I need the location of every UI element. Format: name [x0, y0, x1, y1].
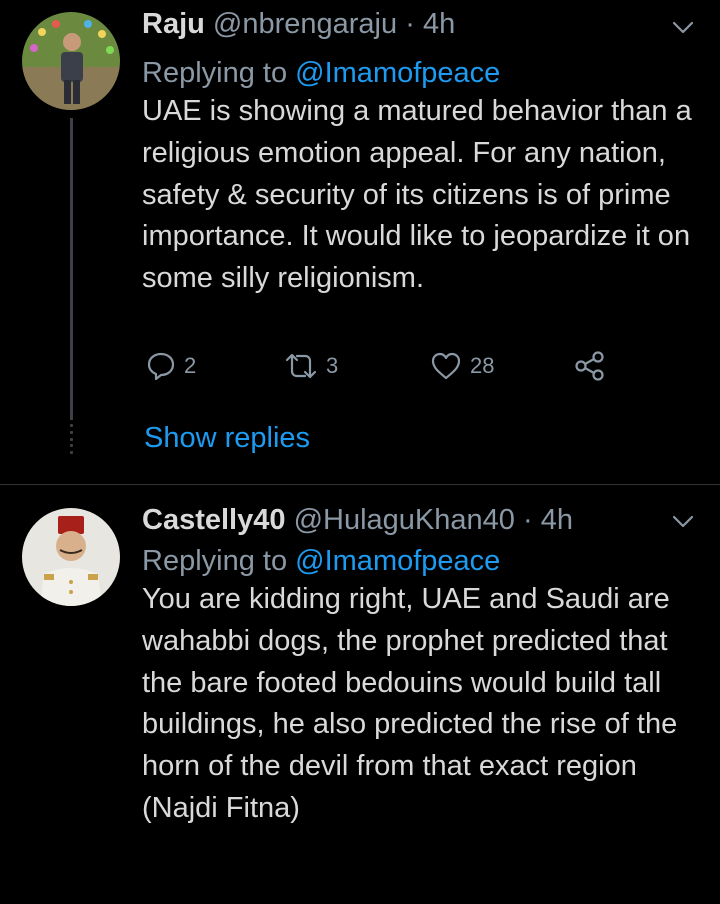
separator: · [405, 8, 415, 40]
reply-count: 2 [184, 353, 197, 378]
like-count: 28 [470, 353, 495, 378]
retweet-count: 3 [326, 353, 339, 378]
replying-prefix: Replying to [142, 545, 288, 577]
tweet-header: Castelly40 @HulaguKhan40 · 4h [142, 502, 700, 538]
tweet-header: Raju @nbrengaraju · 4h [142, 6, 700, 42]
thread-line [70, 118, 73, 420]
share-icon [574, 350, 606, 382]
tweet-text: You are kidding right, UAE and Saudi are… [142, 583, 678, 824]
tweet-content: Raju @nbrengaraju · 4h Replying to @Imam… [142, 6, 700, 300]
timestamp[interactable]: 4h [541, 504, 573, 536]
separator: · [522, 504, 533, 536]
thread-connector [66, 424, 77, 454]
tweet-content: Castelly40 @HulaguKhan40 · 4h Replying t… [142, 502, 700, 830]
chevron-down-icon[interactable] [670, 14, 696, 40]
timestamp[interactable]: 4h [423, 8, 455, 40]
divider [0, 484, 720, 485]
chevron-down-icon[interactable] [670, 508, 696, 534]
user-handle[interactable]: @HulaguKhan40 [294, 504, 515, 536]
display-name[interactable]: Raju [142, 8, 205, 40]
like-button[interactable]: 28 [430, 351, 494, 381]
tweet[interactable]: Raju @nbrengaraju · 4h Replying to @Imam… [0, 0, 720, 484]
user-handle[interactable]: @nbrengaraju [213, 8, 397, 40]
avatar[interactable] [22, 508, 120, 606]
tweet-text: UAE is showing a matured behavior than a… [142, 95, 692, 295]
retweet-button[interactable]: 3 [284, 351, 338, 381]
replying-mention[interactable]: @Imamofpeace [295, 57, 500, 89]
reply-button[interactable]: 2 [146, 351, 196, 381]
like-icon [430, 351, 462, 381]
show-replies-link[interactable]: Show replies [144, 422, 310, 455]
replying-mention[interactable]: @Imamofpeace [295, 545, 500, 577]
share-button[interactable] [574, 350, 606, 382]
avatar[interactable] [22, 12, 120, 110]
retweet-icon [284, 351, 318, 381]
reply-icon [146, 351, 176, 381]
replying-to: Replying to @Imamofpeace [142, 54, 700, 92]
display-name[interactable]: Castelly40 [142, 504, 286, 536]
replying-to: Replying to @Imamofpeace [142, 542, 700, 580]
replying-prefix: Replying to [142, 57, 288, 89]
